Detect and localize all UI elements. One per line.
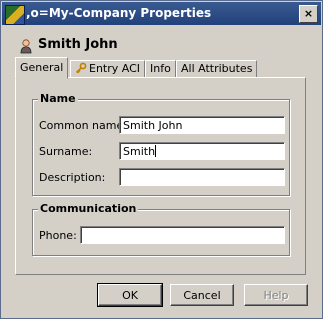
surname-value: Smith <box>123 145 156 158</box>
tab-label: All Attributes <box>181 62 253 75</box>
tab-label: General <box>20 61 64 74</box>
name-group: Name Common name: Smith John Surname: Sm… <box>32 92 290 196</box>
description-input[interactable] <box>119 168 285 186</box>
cancel-button[interactable]: Cancel <box>170 284 234 306</box>
surname-label: Surname: <box>39 145 93 158</box>
tab-label: Entry ACI <box>89 62 141 75</box>
general-tab-panel: Name Common name: Smith John Surname: Sm… <box>15 77 306 275</box>
tab-entry-aci[interactable]: Entry ACI <box>70 60 146 78</box>
ok-button[interactable]: OK <box>97 283 163 307</box>
directory-app-icon <box>5 5 25 25</box>
tab-label: Info <box>150 62 171 75</box>
common-name-input[interactable]: Smith John <box>119 116 285 134</box>
entry-name: Smith John <box>38 37 118 52</box>
user-icon <box>18 38 34 54</box>
tab-general[interactable]: General <box>15 57 69 79</box>
communication-group-title: Communication <box>38 202 139 215</box>
communication-group: Communication Phone: <box>32 202 290 256</box>
key-icon <box>75 62 87 74</box>
surname-input[interactable]: Smith <box>119 142 285 160</box>
phone-label: Phone: <box>39 229 77 242</box>
title-bar[interactable]: ,o=My-Company Properties × <box>2 2 321 25</box>
close-button[interactable]: × <box>299 5 318 23</box>
text-caret <box>155 145 157 157</box>
description-label: Description: <box>39 171 106 184</box>
name-group-title: Name <box>38 92 78 105</box>
help-button[interactable]: Help <box>244 284 308 306</box>
phone-input[interactable] <box>80 226 285 244</box>
window-title: ,o=My-Company Properties <box>26 6 212 20</box>
common-name-label: Common name: <box>39 119 127 132</box>
tab-all-attributes[interactable]: All Attributes <box>176 60 258 78</box>
tab-info[interactable]: Info <box>145 60 176 78</box>
properties-dialog: ,o=My-Company Properties × Smith John Ge… <box>0 0 323 319</box>
